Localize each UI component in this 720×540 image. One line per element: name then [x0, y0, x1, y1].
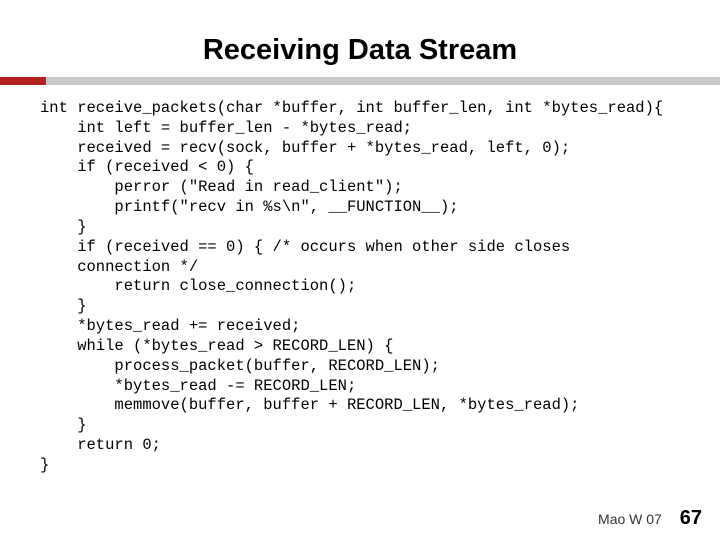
code-block: int receive_packets(char *buffer, int bu… [40, 99, 680, 476]
divider-rule [0, 77, 720, 85]
slide-title: Receiving Data Stream [0, 0, 720, 77]
footer: Mao W 07 67 [598, 507, 702, 530]
divider-main [46, 77, 720, 85]
divider-accent [0, 77, 46, 85]
page-number: 67 [680, 507, 702, 529]
code-block-container: int receive_packets(char *buffer, int bu… [0, 85, 720, 476]
footer-label: Mao W 07 [598, 511, 662, 527]
